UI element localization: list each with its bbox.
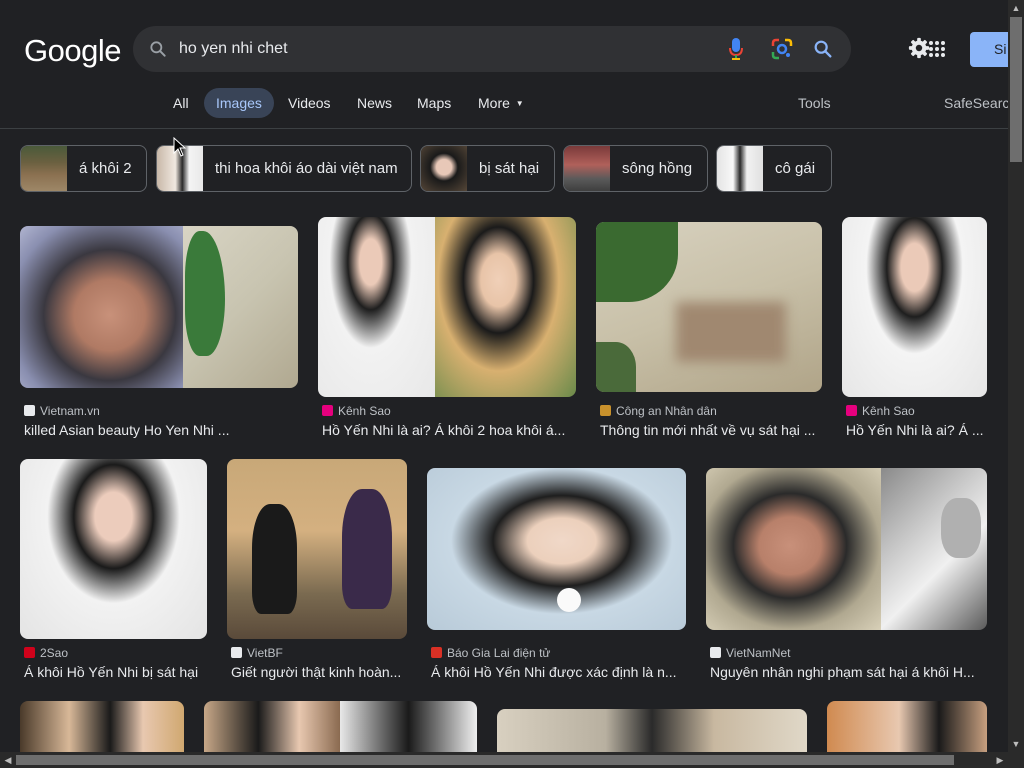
related-chip[interactable]: cô gái (716, 145, 832, 192)
microphone-icon[interactable] (729, 37, 743, 61)
favicon-icon (600, 405, 611, 416)
settings-gear-icon[interactable] (908, 37, 930, 59)
search-box[interactable] (133, 26, 851, 72)
favicon-icon (846, 405, 857, 416)
favicon-icon (322, 405, 333, 416)
tab-videos[interactable]: Videos (288, 88, 331, 118)
result-title[interactable]: Nguyên nhân nghi phạm sát hại á khôi H..… (710, 664, 985, 680)
mouse-cursor-icon (173, 137, 187, 157)
result-source: VietBF (231, 646, 283, 660)
result-source: Kênh Sao (322, 404, 391, 418)
result-title[interactable]: Giết người thật kinh hoàn... (231, 664, 405, 680)
favicon-icon (710, 647, 721, 658)
result-source: VietNamNet (710, 646, 790, 660)
search-results-page: Google ho yen nhi chet Si All Images Vid… (0, 0, 1008, 752)
scroll-left-icon[interactable]: ◀ (0, 752, 16, 768)
favicon-icon (231, 647, 242, 658)
result-thumbnail (596, 222, 822, 392)
image-result[interactable]: Vietnam.vn killed Asian beauty Ho Yen Nh… (20, 226, 298, 441)
result-source: 2Sao (24, 646, 68, 660)
favicon-icon (431, 647, 442, 658)
tab-maps[interactable]: Maps (417, 88, 451, 118)
vertical-scrollbar[interactable]: ▲ ▼ (1008, 0, 1024, 752)
image-result[interactable]: Công an Nhân dân Thông tin mới nhất về v… (596, 222, 822, 441)
image-result[interactable]: Kênh Sao Hồ Yến Nhi là ai? Á ... (842, 217, 987, 441)
scroll-up-icon[interactable]: ▲ (1008, 0, 1024, 16)
related-chip[interactable]: á khôi 2 (20, 145, 147, 192)
chip-label: á khôi 2 (79, 160, 132, 177)
scroll-right-icon[interactable]: ▶ (992, 752, 1008, 768)
tab-more-label: More (478, 95, 510, 111)
image-result[interactable] (497, 709, 807, 752)
chip-thumbnail (21, 146, 67, 191)
chip-label: bị sát hại (479, 160, 540, 177)
chip-thumbnail (564, 146, 610, 191)
chip-thumbnail (717, 146, 763, 191)
image-result[interactable]: VietNamNet Nguyên nhân nghi phạm sát hại… (706, 468, 987, 684)
favicon-icon (24, 647, 35, 658)
favicon-icon (24, 405, 35, 416)
result-thumbnail (842, 217, 987, 397)
vertical-scroll-thumb[interactable] (1010, 17, 1022, 162)
image-result[interactable]: Kênh Sao Hồ Yến Nhi là ai? Á khôi 2 hoa … (318, 217, 576, 441)
result-thumbnail (20, 701, 184, 752)
image-result[interactable] (204, 701, 477, 752)
result-thumbnail (20, 226, 298, 388)
chip-label: thi hoa khôi áo dài việt nam (215, 160, 398, 177)
result-title[interactable]: killed Asian beauty Ho Yen Nhi ... (24, 422, 296, 438)
safesearch-button[interactable]: SafeSearch (944, 88, 1008, 118)
chip-thumbnail (421, 146, 467, 191)
image-result[interactable]: 2Sao Á khôi Hồ Yến Nhi bị sát hại (20, 459, 207, 684)
image-result[interactable] (827, 701, 987, 752)
sign-in-button[interactable]: Si (970, 32, 1008, 67)
caret-down-icon: ▼ (515, 99, 524, 108)
result-title[interactable]: Á khôi Hồ Yến Nhi được xác định là n... (431, 664, 684, 680)
result-title[interactable]: Hồ Yến Nhi là ai? Á khôi 2 hoa khôi á... (322, 422, 574, 438)
tab-news[interactable]: News (357, 88, 392, 118)
image-result[interactable] (20, 701, 184, 752)
result-thumbnail (706, 468, 987, 630)
result-source: Vietnam.vn (24, 404, 100, 418)
search-submit-icon[interactable] (812, 38, 834, 60)
search-icon (150, 41, 166, 57)
result-title[interactable]: Hồ Yến Nhi là ai? Á ... (846, 422, 985, 438)
result-thumbnail (20, 459, 207, 639)
result-source: Báo Gia Lai điện tử (431, 646, 550, 660)
result-thumbnail (427, 468, 686, 630)
chip-label: cô gái (775, 160, 816, 177)
tab-all[interactable]: All (173, 88, 189, 118)
header-divider (0, 128, 1008, 129)
result-title[interactable]: Thông tin mới nhất về vụ sát hại ... (600, 422, 820, 438)
google-logo[interactable]: Google (24, 33, 121, 69)
search-input[interactable] (179, 38, 699, 60)
image-result[interactable]: Báo Gia Lai điện tử Á khôi Hồ Yến Nhi đư… (427, 468, 686, 684)
result-thumbnail (497, 709, 807, 752)
scrollbar-corner (1008, 752, 1024, 768)
search-tabs: All Images Videos News Maps More ▼ Tools… (0, 88, 1008, 118)
related-chip[interactable]: bị sát hại (420, 145, 555, 192)
result-thumbnail (227, 459, 407, 639)
google-lens-icon[interactable] (771, 38, 793, 60)
result-source: Công an Nhân dân (600, 404, 717, 418)
tools-button[interactable]: Tools (798, 88, 831, 118)
result-thumbnail (318, 217, 576, 397)
horizontal-scroll-thumb[interactable] (16, 755, 954, 765)
tab-images[interactable]: Images (204, 88, 274, 118)
chip-label: sông hồng (622, 160, 693, 177)
result-thumbnail (827, 701, 987, 752)
image-result[interactable]: VietBF Giết người thật kinh hoàn... (227, 459, 407, 684)
related-chip[interactable]: sông hồng (563, 145, 708, 192)
horizontal-scrollbar[interactable]: ◀ ▶ (0, 752, 1008, 768)
scroll-down-icon[interactable]: ▼ (1008, 736, 1024, 752)
result-title[interactable]: Á khôi Hồ Yến Nhi bị sát hại (24, 664, 205, 680)
result-thumbnail (204, 701, 477, 752)
tab-more[interactable]: More ▼ (478, 88, 524, 118)
result-source: Kênh Sao (846, 404, 915, 418)
related-chip[interactable]: thi hoa khôi áo dài việt nam (156, 145, 412, 192)
google-apps-icon[interactable] (928, 40, 946, 58)
